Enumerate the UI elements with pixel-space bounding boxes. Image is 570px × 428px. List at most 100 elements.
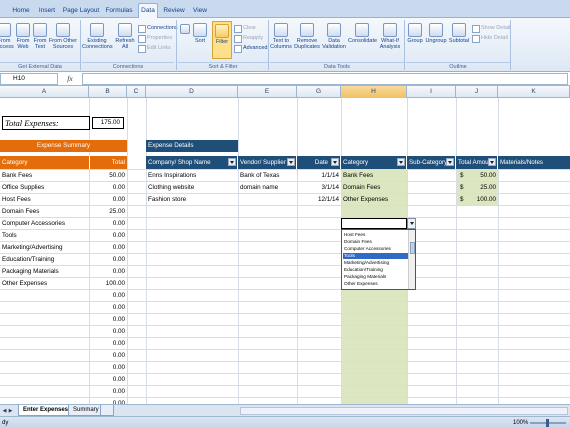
tab-insert[interactable]: Insert <box>36 4 58 18</box>
summary-category-cell[interactable]: Tools <box>0 230 89 242</box>
column-header-a[interactable]: A <box>0 86 89 98</box>
filter-button[interactable]: Filter <box>212 21 232 59</box>
dropdown-scrollbar[interactable] <box>408 230 415 289</box>
tab-review[interactable]: Review <box>162 4 186 18</box>
worksheet-grid[interactable]: Total Expenses: 175.00 Expense Summary C… <box>0 98 570 404</box>
text-to-columns-button[interactable]: Text to Columns <box>270 23 292 50</box>
column-header-j[interactable]: J <box>456 86 498 98</box>
name-box[interactable]: H10 <box>0 73 58 85</box>
tab-home[interactable]: Home <box>10 4 32 18</box>
sort-button[interactable]: Sort <box>192 23 208 44</box>
column-header-b[interactable]: B <box>89 86 127 98</box>
tab-data[interactable]: Data <box>138 3 158 19</box>
filter-dropdown-icon[interactable] <box>331 158 339 166</box>
filter-dropdown-icon[interactable] <box>287 158 295 166</box>
dropdown-option[interactable]: Tools <box>343 253 408 259</box>
existing-connections-button[interactable]: Existing Connections <box>82 23 113 50</box>
summary-category-cell[interactable]: Office Supplies <box>0 182 89 194</box>
advanced-filter-button[interactable]: Advanced <box>234 44 267 53</box>
data-validation-button[interactable]: Data Validation <box>322 23 346 50</box>
detail-category-cell[interactable]: Domain Fees <box>341 182 407 194</box>
column-header-i[interactable]: I <box>407 86 456 98</box>
summary-total-cell[interactable]: 0.00 <box>89 182 127 194</box>
summary-total-cell[interactable]: 0.00 <box>89 338 127 350</box>
detail-vendor-cell[interactable]: Bank of Texas <box>238 170 297 182</box>
column-header-d[interactable]: D <box>146 86 238 98</box>
summary-total-cell[interactable]: 0.00 <box>89 314 127 326</box>
detail-company-cell[interactable]: Clothing website <box>146 182 238 194</box>
summary-total-cell[interactable]: 0.00 <box>89 218 127 230</box>
from-web-button[interactable]: From Web <box>14 23 32 50</box>
summary-total-cell[interactable]: 0.00 <box>89 374 127 386</box>
detail-date-cell[interactable]: 12/1/14 <box>297 194 341 206</box>
show-detail-button[interactable]: Show Detail <box>472 24 510 33</box>
hide-detail-button[interactable]: Hide Detail <box>472 34 508 43</box>
column-header-e[interactable]: E <box>238 86 297 98</box>
column-header-g[interactable]: G <box>297 86 341 98</box>
summary-total-cell[interactable]: 0.00 <box>89 302 127 314</box>
sort-az-button[interactable] <box>179 24 191 50</box>
subtotal-button[interactable]: Subtotal <box>448 23 470 44</box>
detail-amount-cell[interactable]: 50.00 <box>468 170 498 182</box>
summary-total-cell[interactable]: 0.00 <box>89 266 127 278</box>
detail-company-cell[interactable]: Enns Inspirations <box>146 170 238 182</box>
detail-amount-cell[interactable]: 25.00 <box>468 182 498 194</box>
edit-links-button[interactable]: Edit Links <box>138 44 171 53</box>
detail-date-cell[interactable]: 1/1/14 <box>297 170 341 182</box>
last-sheet-icon[interactable]: ▶ <box>8 407 13 415</box>
tab-formulas[interactable]: Formulas <box>104 4 134 18</box>
fx-icon[interactable]: fx <box>60 73 80 85</box>
detail-vendor-cell[interactable]: domain name <box>238 182 297 194</box>
ungroup-button[interactable]: Ungroup <box>424 23 448 44</box>
detail-vendor-cell[interactable] <box>238 194 297 206</box>
filter-dropdown-icon[interactable] <box>228 158 236 166</box>
summary-category-cell[interactable]: Host Fees <box>0 194 89 206</box>
summary-total-cell[interactable]: 0.00 <box>89 326 127 338</box>
summary-total-cell[interactable]: 25.00 <box>89 206 127 218</box>
reapply-button[interactable]: Reapply <box>234 34 263 43</box>
dropdown-option[interactable]: Packaging Materials <box>343 274 408 280</box>
from-text-button[interactable]: From Text <box>32 23 48 50</box>
summary-total-cell[interactable]: 0.00 <box>89 254 127 266</box>
filter-dropdown-icon[interactable] <box>488 158 496 166</box>
summary-total-cell[interactable]: 100.00 <box>89 278 127 290</box>
total-expenses-value[interactable]: 175.00 <box>92 117 124 129</box>
dropdown-option[interactable]: Other Expenses <box>343 281 408 287</box>
horizontal-scrollbar[interactable] <box>240 407 568 415</box>
column-header-h[interactable]: H <box>341 86 407 98</box>
summary-total-cell[interactable]: 0.00 <box>89 290 127 302</box>
summary-category-cell[interactable]: Bank Fees <box>0 170 89 182</box>
summary-category-cell[interactable]: Marketing/Advertising <box>0 242 89 254</box>
column-header-k[interactable]: K <box>498 86 570 98</box>
zoom-level[interactable]: 100% <box>513 417 528 428</box>
zoom-slider-thumb[interactable] <box>546 419 549 427</box>
summary-category-cell[interactable]: Other Expenses <box>0 278 89 290</box>
what-if-analysis-button[interactable]: What-If Analysis <box>378 23 402 50</box>
dropdown-option[interactable]: Education/Training <box>343 267 408 273</box>
dropdown-option[interactable]: Computer Accessories <box>343 246 408 252</box>
summary-category-cell[interactable]: Packaging Materials <box>0 266 89 278</box>
remove-duplicates-button[interactable]: Remove Duplicates <box>294 23 320 50</box>
tab-view[interactable]: View <box>190 4 210 18</box>
summary-category-cell[interactable]: Education/Training <box>0 254 89 266</box>
dropdown-option[interactable]: Domain Fees <box>343 239 408 245</box>
insert-sheet-icon[interactable] <box>100 405 114 416</box>
category-dropdown-list[interactable]: Host Fees Domain Fees Computer Accessories… <box>341 229 416 290</box>
detail-category-cell[interactable]: Bank Fees <box>341 170 407 182</box>
detail-amount-cell[interactable]: 100.00 <box>468 194 498 206</box>
detail-category-cell[interactable]: Other Expenses <box>341 194 407 206</box>
detail-company-cell[interactable]: Fashion store <box>146 194 238 206</box>
group-button[interactable]: Group <box>406 23 424 44</box>
summary-total-cell[interactable]: 0.00 <box>89 350 127 362</box>
consolidate-button[interactable]: Consolidate <box>348 23 377 44</box>
summary-total-cell[interactable]: 0.00 <box>89 194 127 206</box>
detail-date-cell[interactable]: 3/1/14 <box>297 182 341 194</box>
sheet-tab-enter-expenses[interactable]: Enter Expenses <box>18 405 74 416</box>
scroll-thumb[interactable] <box>410 242 415 254</box>
dropdown-option[interactable]: Host Fees <box>343 232 408 238</box>
summary-total-cell[interactable]: 0.00 <box>89 362 127 374</box>
from-other-sources-button[interactable]: From Other Sources <box>48 23 78 50</box>
category-cell-active[interactable] <box>341 218 407 229</box>
clear-filter-button[interactable]: Clear <box>234 24 256 33</box>
connections-button[interactable]: Connections <box>138 24 178 33</box>
